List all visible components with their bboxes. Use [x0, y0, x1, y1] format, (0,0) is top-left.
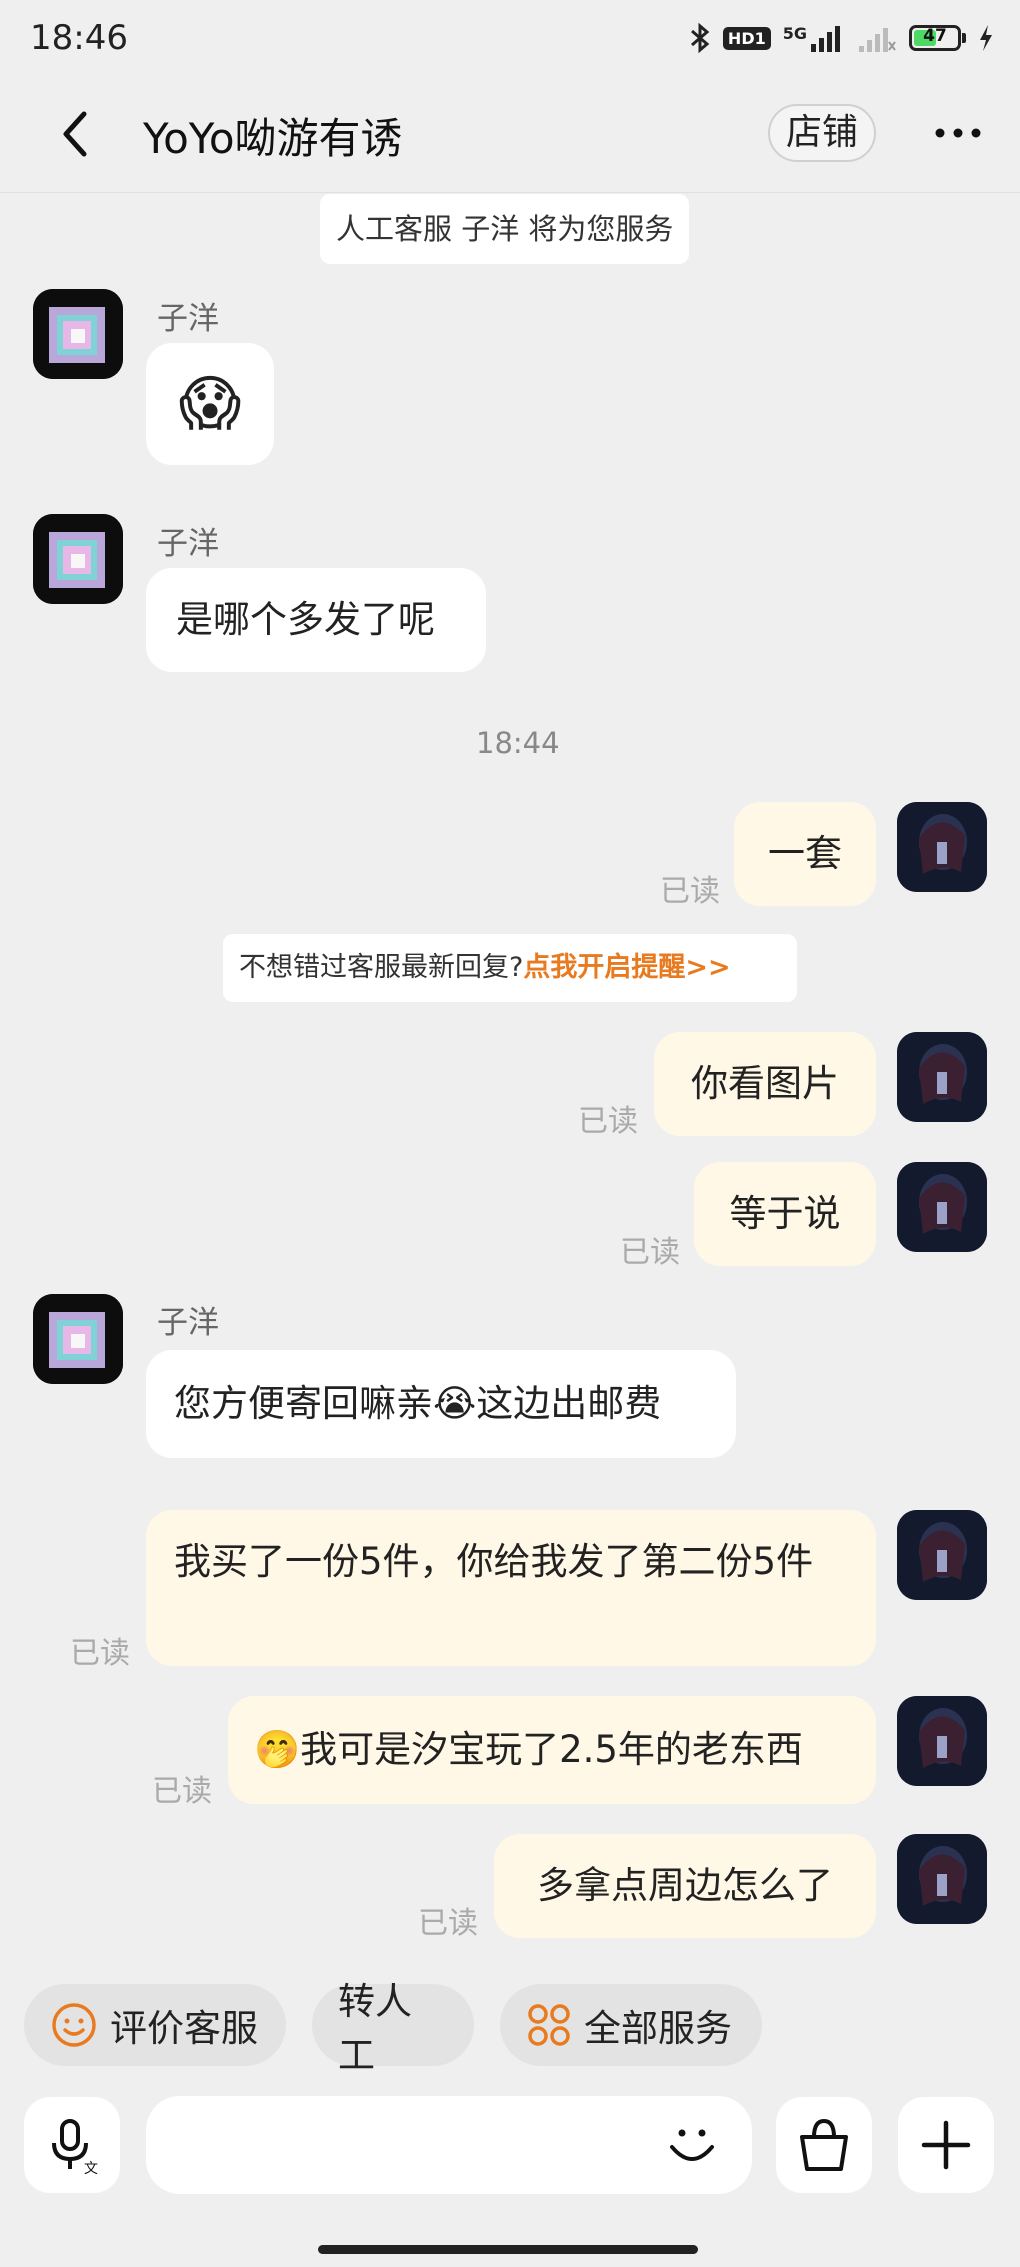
- agent-avatar[interactable]: [33, 514, 123, 604]
- agent-avatar[interactable]: [33, 1294, 123, 1384]
- message-bubble: 多拿点周边怎么了: [494, 1834, 876, 1938]
- user-avatar[interactable]: [897, 1834, 987, 1924]
- message-bubble: 是哪个多发了呢: [146, 568, 486, 672]
- transfer-human-chip[interactable]: 转人工: [312, 1980, 474, 2077]
- voice-input-button[interactable]: 文: [24, 2097, 120, 2193]
- sender-name: 子洋: [157, 1305, 219, 1341]
- user-avatar[interactable]: [897, 1032, 987, 1122]
- read-status: 已读: [418, 1906, 478, 1941]
- wifi-off-icon: [859, 28, 896, 52]
- more-actions-button[interactable]: [898, 2097, 994, 2193]
- sender-name: 子洋: [157, 526, 219, 562]
- rate-service-chip[interactable]: 评价客服: [24, 1984, 286, 2066]
- smile-icon: [52, 2003, 96, 2047]
- battery-icon: 47: [909, 25, 966, 51]
- shopping-bag-icon: [800, 2118, 848, 2171]
- service-notice: 人工客服 子洋 将为您服务: [320, 194, 690, 264]
- home-indicator[interactable]: [318, 2245, 698, 2254]
- read-status: 已读: [70, 1636, 130, 1671]
- shocked-face-icon: 😱: [178, 369, 242, 439]
- all-services-chip[interactable]: 全部服务: [500, 1984, 762, 2066]
- user-avatar[interactable]: [897, 1510, 987, 1600]
- back-icon[interactable]: [50, 104, 110, 164]
- plus-icon: [921, 2120, 971, 2170]
- read-status: 已读: [578, 1104, 638, 1139]
- message-bubble: 😱: [146, 343, 274, 465]
- page-title: YoYo呦游有诱: [143, 114, 403, 163]
- bluetooth-icon: [690, 22, 710, 54]
- shopping-bag-button[interactable]: [776, 2097, 872, 2193]
- message-bubble: 一套: [734, 802, 876, 906]
- charging-icon: [980, 25, 992, 51]
- enable-reminder-link[interactable]: 点我开启提醒>>: [523, 952, 730, 983]
- message-bubble: 您方便寄回嘛亲😭这边出邮费: [146, 1350, 736, 1458]
- read-status: 已读: [620, 1235, 680, 1270]
- emoji-icon[interactable]: [662, 2115, 722, 2175]
- read-status: 已读: [660, 874, 720, 909]
- status-time: 18:46: [30, 18, 128, 58]
- agent-avatar[interactable]: [33, 289, 123, 379]
- message-input[interactable]: [146, 2096, 752, 2194]
- hd-badge: HD1: [722, 26, 771, 50]
- read-status: 已读: [152, 1774, 212, 1809]
- svg-text:文: 文: [84, 2161, 98, 2175]
- shop-button[interactable]: 店铺: [768, 104, 876, 162]
- message-bubble: 我买了一份5件，你给我发了第二份5件: [146, 1510, 876, 1666]
- user-avatar[interactable]: [897, 1696, 987, 1786]
- reminder-banner[interactable]: 不想错过客服最新回复?点我开启提醒>>: [223, 934, 797, 1002]
- microphone-icon: 文: [52, 2119, 98, 2175]
- message-bubble: 🤭我可是汐宝玩了2.5年的老东西: [228, 1696, 876, 1804]
- sender-name: 子洋: [157, 301, 219, 337]
- signal-icon: [811, 26, 840, 52]
- network-label: 5G: [783, 24, 845, 52]
- header-divider: [0, 192, 1020, 193]
- message-bubble: 等于说: [694, 1162, 876, 1266]
- status-icons: HD1 5G 47: [689, 22, 994, 54]
- services-grid-icon: [528, 2004, 570, 2046]
- user-avatar[interactable]: [897, 802, 987, 892]
- user-avatar[interactable]: [897, 1162, 987, 1252]
- time-separator: 18:44: [476, 726, 560, 760]
- message-bubble: 你看图片: [654, 1032, 876, 1136]
- more-icon[interactable]: [930, 110, 986, 156]
